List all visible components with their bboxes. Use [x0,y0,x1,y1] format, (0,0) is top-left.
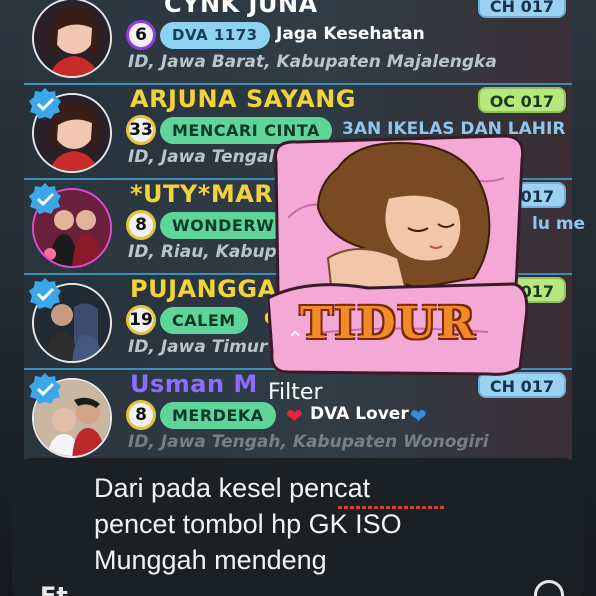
level-badge: 8 [126,400,156,430]
avatar[interactable] [32,0,112,78]
blue-heart-icon: ❤ [410,404,427,428]
chat-screen: CYNK JUNA 6 DVA 1173 Jaga Kesehatan ID, … [0,0,596,596]
level-badge: 8 [126,210,156,240]
filter-label[interactable]: Filter [268,380,322,405]
chevron-up-icon[interactable]: ⌃ [286,328,304,353]
member-location: ID, Jawa Tengah, Kabupaten Wonogiri [128,432,489,452]
member-name: *UTY*MARI [130,180,283,208]
message-input[interactable]: Dari pada kesel pencat pencet tombol hp … [94,470,534,596]
verified-icon [29,278,61,309]
level-badge: 33 [126,115,156,145]
member-name: ARJUNA SAYANG [130,85,356,113]
room-tag: OC 017 [477,87,566,113]
spellcheck-underline [338,506,446,509]
verified-icon [29,88,61,119]
member-name: Usman M [130,370,258,398]
family-badge: MERDEKA [160,402,276,429]
family-badge: CALEM [160,307,248,334]
room-tag: CH 017 [477,0,566,18]
level-badge: 6 [126,20,156,50]
member-name: CYNK JUNA [164,0,318,18]
member-location: ID, Jawa Timur [128,337,268,357]
member-location: ID, Jawa Tengal [128,147,275,167]
heart-icon: ❤ [286,404,303,428]
member-location: ID, Jawa Barat, Kabupaten Majalengka [128,52,497,72]
member-location: ID, Riau, Kabup [128,242,277,262]
member-motto: DVA Lover [310,404,409,424]
verified-icon [29,183,61,214]
emoji-icon[interactable] [534,580,564,596]
member-motto: lu me [532,214,586,234]
level-badge: 19 [126,305,156,335]
sticker-caption: TIDUR [300,298,477,349]
member-motto: Jaga Kesehatan [276,24,425,44]
family-badge: DVA 1173 [160,22,270,49]
text-format-icon[interactable]: Ft [40,582,68,596]
message-composer[interactable]: Dari pada kesel pencat pencet tombol hp … [12,458,584,596]
verified-icon [29,373,61,404]
member-row[interactable]: CYNK JUNA 6 DVA 1173 Jaga Kesehatan ID, … [24,0,572,85]
